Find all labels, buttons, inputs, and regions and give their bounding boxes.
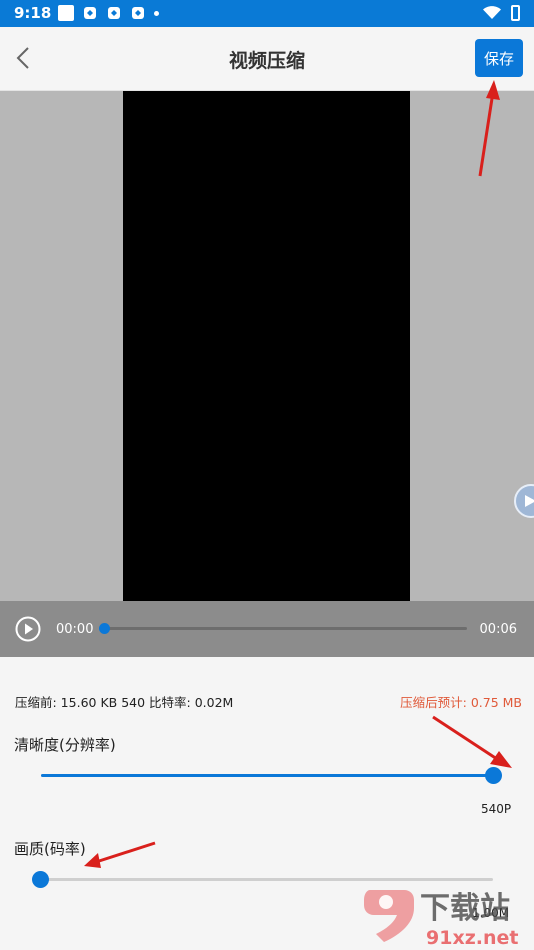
app-notification-icon	[84, 7, 96, 19]
bitrate-label: 画质(码率)	[14, 840, 86, 858]
notification-square-icon	[58, 5, 74, 21]
total-time: 00:06	[479, 622, 517, 637]
floating-video-icon[interactable]	[514, 484, 534, 518]
current-time: 00:00	[56, 622, 94, 637]
resolution-slider[interactable]	[41, 767, 502, 784]
size-before-text: 压缩前: 15.60 KB 540 比特率: 0.02M	[15, 695, 234, 710]
play-icon[interactable]	[15, 616, 41, 642]
video-preview[interactable]	[0, 91, 534, 601]
resolution-value: 540P	[481, 802, 512, 816]
arrow-to-resolution-thumb	[432, 715, 512, 768]
resolution-slider-thumb[interactable]	[485, 767, 502, 784]
app-notification-icon	[108, 7, 120, 19]
battery-icon	[511, 5, 520, 21]
resolution-label: 清晰度(分辨率)	[14, 736, 116, 754]
resolution-slider-fill	[41, 774, 493, 777]
notification-icons	[58, 5, 159, 21]
page-title: 视频压缩	[228, 50, 305, 72]
arrow-to-bitrate-thumb	[84, 841, 156, 868]
toolbar: 视频压缩 保存	[0, 27, 534, 91]
play-triangle-icon	[525, 495, 534, 507]
status-time: 9:18	[14, 4, 52, 22]
bitrate-slider-thumb[interactable]	[32, 871, 49, 888]
status-bar: 9:18	[0, 0, 534, 27]
wifi-icon	[483, 6, 501, 19]
player-controls: 00:00 00:06	[0, 601, 534, 657]
playback-progress-bar[interactable]	[99, 623, 467, 634]
estimated-size-text: 压缩后预计: 0.75 MB	[400, 695, 522, 710]
bitrate-value: 1.00M	[472, 906, 510, 920]
save-button[interactable]: 保存	[475, 39, 523, 77]
watermark-url: 91xz.net	[426, 927, 518, 949]
app-notification-icon	[132, 7, 144, 19]
video-frame	[123, 91, 410, 601]
more-notifications-dot	[154, 10, 159, 16]
system-icons	[483, 5, 520, 21]
bitrate-slider[interactable]	[32, 871, 493, 888]
compression-info: 压缩前: 15.60 KB 540 比特率: 0.02M 压缩后预计: 0.75…	[0, 692, 534, 712]
playback-progress-thumb[interactable]	[99, 623, 110, 634]
